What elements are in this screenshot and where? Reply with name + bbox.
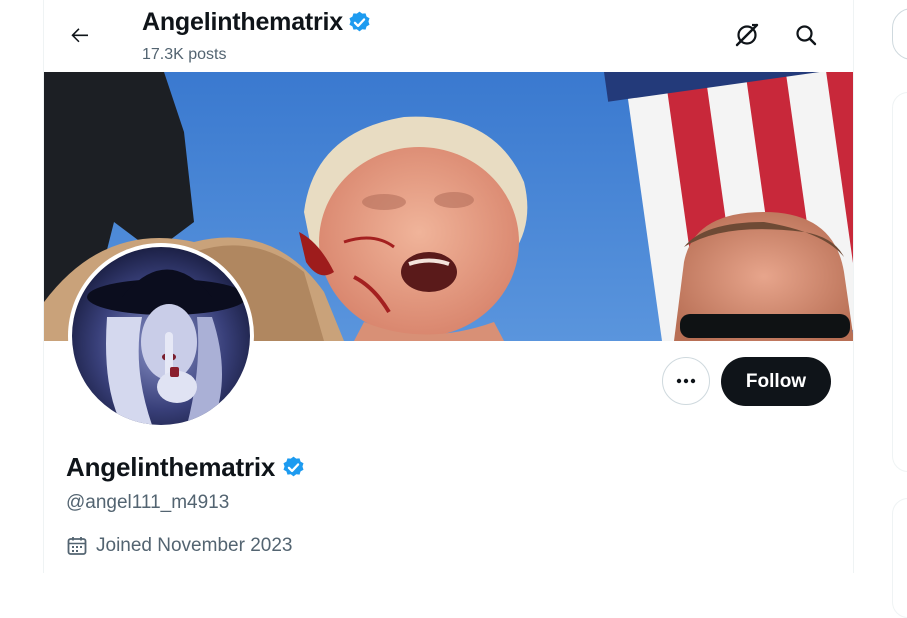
posts-count: 17.3K posts [142,46,227,63]
right-sidebar [892,0,907,618]
avatar-image [72,247,250,425]
profile-avatar[interactable] [68,243,254,429]
follow-button[interactable]: Follow [721,357,831,406]
verified-badge-icon [283,456,304,477]
top-bar: Angelinthematrix 17.3K posts [44,0,853,72]
search-button[interactable] [786,15,826,55]
verified-badge-icon [349,11,370,32]
back-button[interactable] [60,15,100,55]
header-title: Angelinthematrix [142,8,343,36]
joined-date-row: Joined November 2023 [66,535,292,557]
header-title-row: Angelinthematrix [142,8,372,37]
joined-date: Joined November 2023 [96,535,293,556]
more-button[interactable] [662,357,710,405]
sidebar-card [892,498,907,618]
display-name: Angelinthematrix [66,452,276,482]
more-icon [676,378,696,384]
back-arrow-icon [71,28,88,43]
sidebar-card [892,92,907,472]
grok-icon [735,23,759,47]
display-name-row: Angelinthematrix [66,452,306,483]
sidebar-search-box[interactable] [892,8,907,60]
user-handle: @angel111_m4913 [66,492,230,513]
grok-button[interactable] [727,15,767,55]
search-icon [796,25,817,46]
calendar-icon [67,537,87,555]
profile-column: Angelinthematrix 17.3K posts Follow Ange… [43,0,854,573]
